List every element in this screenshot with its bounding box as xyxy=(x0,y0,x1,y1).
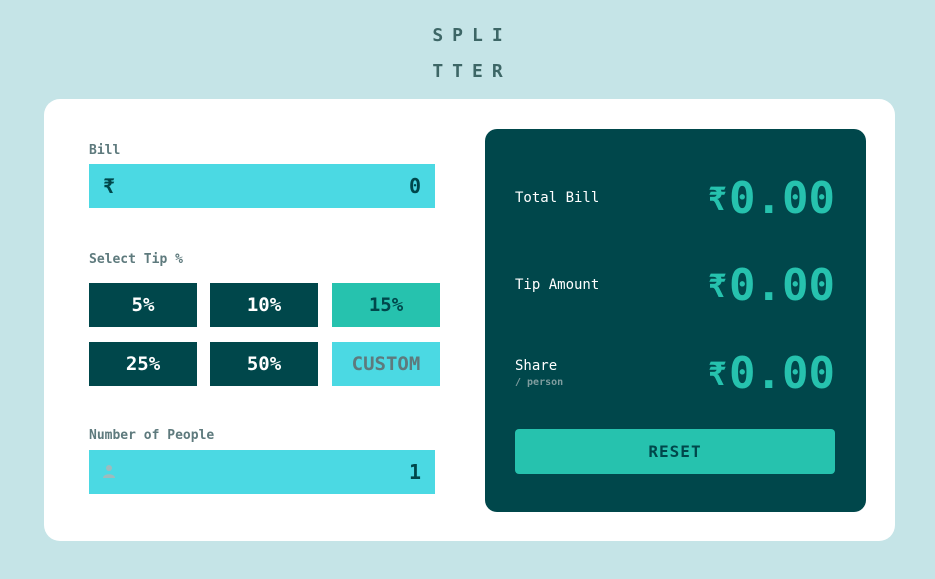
bill-input[interactable]: 0 xyxy=(221,174,421,198)
tip-amount-row: Tip Amount ₹ 0.00 xyxy=(515,256,835,316)
logo-line-1: SPLI xyxy=(432,25,512,46)
total-bill-amount: ₹ 0.00 xyxy=(708,169,835,229)
tip-amount-value: 0.00 xyxy=(729,260,835,311)
custom-tip-input[interactable]: CUSTOM xyxy=(332,342,440,386)
bill-field[interactable]: ₹ 0 xyxy=(89,164,435,208)
tip-amount: ₹ 0.00 xyxy=(708,256,835,316)
total-bill-label: Total Bill xyxy=(515,190,600,206)
reset-button[interactable]: RESET xyxy=(515,429,835,474)
total-bill-row: Total Bill ₹ 0.00 xyxy=(515,169,835,229)
people-input[interactable]: 1 xyxy=(221,460,421,484)
share-amount: ₹ 0.00 xyxy=(708,344,835,404)
tip-rupee-icon: ₹ xyxy=(707,267,728,305)
share-label: Share xyxy=(515,358,558,374)
person-icon xyxy=(103,463,115,482)
logo-line-2: TTER xyxy=(432,61,512,82)
results-panel: Total Bill ₹ 0.00 Tip Amount ₹ 0.00 Shar… xyxy=(485,129,866,512)
tip-50-button[interactable]: 50% xyxy=(210,342,318,386)
tip-15-button[interactable]: 15% xyxy=(332,283,440,327)
people-label: Number of People xyxy=(89,428,215,443)
share-per-person-label: / person xyxy=(515,377,564,388)
bill-label: Bill xyxy=(89,143,121,158)
people-field[interactable]: 1 xyxy=(89,450,435,494)
rupee-icon: ₹ xyxy=(103,174,116,198)
tip-25-button[interactable]: 25% xyxy=(89,342,197,386)
app-logo: SPLI TTER xyxy=(0,18,935,90)
share-row: Share / person ₹ 0.00 xyxy=(515,344,835,404)
select-tip-label: Select Tip % xyxy=(89,252,183,267)
share-rupee-icon: ₹ xyxy=(707,355,728,393)
total-rupee-icon: ₹ xyxy=(707,180,728,218)
share-value: 0.00 xyxy=(729,348,835,399)
tip-amount-label: Tip Amount xyxy=(515,277,600,293)
total-bill-value: 0.00 xyxy=(729,173,835,224)
calculator-card: Bill ₹ 0 Select Tip % 5% 10% 15% 25% 50%… xyxy=(44,99,895,541)
tip-10-button[interactable]: 10% xyxy=(210,283,318,327)
tip-5-button[interactable]: 5% xyxy=(89,283,197,327)
